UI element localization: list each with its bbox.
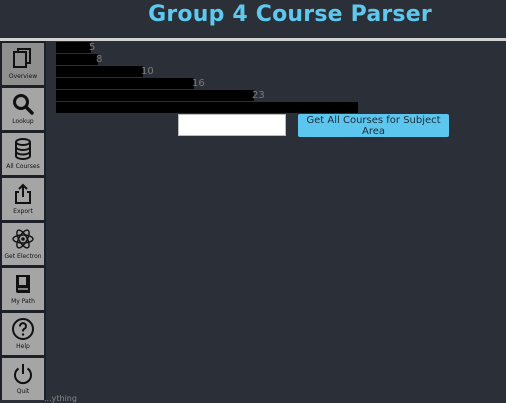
nav-help-button[interactable]: Help xyxy=(2,313,44,355)
redacted-line-tail: 23 xyxy=(252,90,265,101)
redaction-bar xyxy=(56,102,358,113)
redacted-line-tail: 8 xyxy=(96,54,103,65)
redacted-line-tail: 5 xyxy=(89,42,96,53)
nav-get-electron-label: Get Electron xyxy=(4,253,42,260)
nav-lookup-label: Lookup xyxy=(12,118,34,125)
atom-icon xyxy=(12,229,34,249)
search-icon xyxy=(13,94,34,115)
nav-help-label: Help xyxy=(16,343,30,350)
share-icon xyxy=(15,183,31,204)
nav-export-label: Export xyxy=(13,208,33,215)
nav-overview-label: Overview xyxy=(8,73,38,80)
app-title: Group 4 Course Parser xyxy=(148,2,432,27)
nav-all-courses-label: All Courses xyxy=(6,163,40,170)
redaction-bar xyxy=(56,78,194,89)
redaction-bar xyxy=(56,42,91,53)
nav-overview-button[interactable]: Overview xyxy=(2,43,44,85)
footer-text: ...ything xyxy=(44,394,77,403)
redaction-bar xyxy=(56,54,98,65)
redacted-line-tail: 16 xyxy=(192,78,205,89)
database-icon xyxy=(15,138,31,160)
help-icon xyxy=(12,318,34,340)
nav-all-courses-button[interactable]: All Courses xyxy=(2,133,44,175)
book-icon xyxy=(16,275,30,293)
sidebar: Overview Lookup All Courses Export Get E… xyxy=(0,41,46,400)
get-all-courses-button[interactable]: Get All Courses for Subject Area xyxy=(298,114,449,137)
subject-area-input[interactable] xyxy=(178,114,286,136)
copy-icon xyxy=(13,48,31,68)
redaction-bar xyxy=(56,90,254,101)
power-icon xyxy=(14,364,32,385)
redaction-bar xyxy=(56,66,143,77)
main-content: 5 8 10 16 23 Get All Courses for Subject… xyxy=(46,41,506,400)
nav-export-button[interactable]: Export xyxy=(2,178,44,220)
redacted-line-tail: 10 xyxy=(141,66,154,77)
nav-quit-label: Quit xyxy=(16,388,30,395)
nav-my-path-button[interactable]: My Path xyxy=(2,268,44,310)
nav-lookup-button[interactable]: Lookup xyxy=(2,88,44,130)
nav-quit-button[interactable]: Quit xyxy=(2,358,44,400)
nav-my-path-label: My Path xyxy=(11,298,35,305)
nav-get-electron-button[interactable]: Get Electron xyxy=(2,223,44,265)
app-header: Group 4 Course Parser xyxy=(0,0,506,38)
